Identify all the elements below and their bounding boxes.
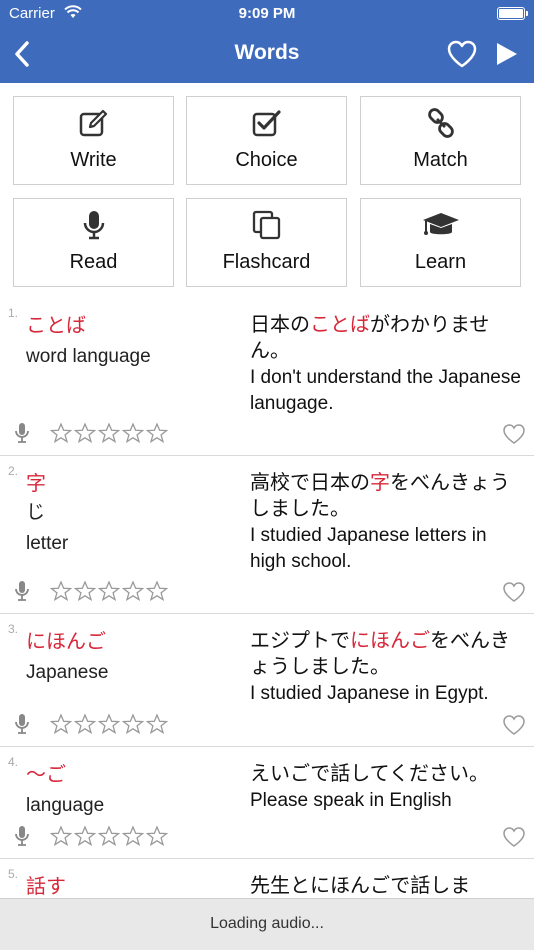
word-term: 字 [26, 473, 46, 495]
star-icon[interactable] [98, 714, 120, 734]
word-row[interactable]: 2. 字 じ letter 高校で日本の字をべんきょうしました。 I studi… [0, 456, 534, 614]
favorite-heart-icon[interactable] [502, 423, 526, 445]
star-icon[interactable] [50, 423, 72, 443]
rating-stars[interactable] [50, 581, 168, 601]
sentence-translation: I studied Japanese letters in high schoo… [250, 525, 487, 572]
microphone-icon[interactable] [14, 580, 30, 602]
choice-mode-button[interactable]: Choice [186, 96, 347, 185]
row-number: 1. [8, 306, 19, 320]
star-icon[interactable] [122, 423, 144, 443]
word-meaning: Japanese [26, 662, 109, 683]
example-sentence: エジプトでにほんごをべんきょうしました。 [250, 628, 522, 680]
star-icon[interactable] [122, 826, 144, 846]
microphone-icon[interactable] [14, 713, 30, 735]
star-icon[interactable] [98, 581, 120, 601]
star-icon[interactable] [98, 826, 120, 846]
audio-loading-bar: Loading audio... [0, 898, 534, 950]
sentence-highlight: 字 [370, 472, 390, 494]
microphone-icon[interactable] [14, 422, 30, 444]
microphone-icon[interactable] [14, 825, 30, 847]
word-term: 話す [26, 876, 66, 898]
match-mode-button[interactable]: Match [360, 96, 521, 185]
sentence-text: えいごで話してください。 [250, 763, 489, 785]
star-icon[interactable] [50, 581, 72, 601]
row-number: 3. [8, 622, 19, 636]
microphone-icon [83, 211, 104, 240]
star-icon[interactable] [122, 581, 144, 601]
favorite-heart-icon[interactable] [502, 826, 526, 848]
read-mode-label: Read [69, 251, 118, 273]
word-row[interactable]: 1. ことば word language 日本のことばがわかりません。 I do… [0, 298, 534, 456]
row-number: 5. [8, 867, 19, 881]
graduation-cap-icon [422, 213, 459, 235]
nav-bar: Words [0, 28, 534, 83]
sentence-translation: Please speak in English [250, 790, 452, 811]
write-mode-label: Write [70, 149, 117, 171]
copy-cards-icon [252, 210, 280, 240]
rating-stars[interactable] [50, 826, 168, 846]
example-sentence: 高校で日本の字をべんきょうしました。 [250, 470, 522, 522]
sentence-translation: I don't understand the Japanese lanugage… [250, 367, 521, 414]
star-icon[interactable] [74, 581, 96, 601]
sentence-text: エジプトで [250, 630, 350, 652]
word-term: ～ご [26, 764, 66, 786]
example-sentence: 日本のことばがわかりません。 [250, 312, 522, 364]
read-mode-button[interactable]: Read [13, 198, 174, 287]
sentence-text: 高校で日本の [250, 472, 370, 494]
star-icon[interactable] [50, 714, 72, 734]
pencil-square-icon [79, 109, 107, 137]
word-row[interactable]: 5. 話す 先生とにほんごで話しま [0, 859, 534, 898]
sentence-text: 日本の [250, 314, 310, 336]
star-icon[interactable] [50, 826, 72, 846]
study-mode-grid: Write Choice Match Read Flashcard Learn [13, 96, 521, 287]
check-square-icon [252, 110, 281, 137]
word-list[interactable]: 1. ことば word language 日本のことばがわかりません。 I do… [0, 298, 534, 898]
learn-mode-button[interactable]: Learn [360, 198, 521, 287]
flashcard-mode-button[interactable]: Flashcard [186, 198, 347, 287]
favorite-heart-icon[interactable] [446, 39, 478, 69]
example-sentence: えいごで話してください。 [250, 761, 522, 787]
flashcard-mode-label: Flashcard [222, 251, 311, 273]
match-mode-label: Match [413, 149, 468, 171]
word-row[interactable]: 3. にほんご Japanese エジプトでにほんごをべんきょうしました。 I … [0, 614, 534, 747]
play-button[interactable] [492, 40, 520, 68]
star-icon[interactable] [74, 826, 96, 846]
rating-stars[interactable] [50, 714, 168, 734]
star-icon[interactable] [122, 714, 144, 734]
sentence-highlight: ことば [310, 314, 370, 336]
word-row[interactable]: 4. ～ご language えいごで話してください。 Please speak… [0, 747, 534, 859]
loading-status: Loading audio... [210, 915, 324, 932]
learn-mode-label: Learn [414, 251, 467, 273]
word-meaning: word language [26, 346, 151, 367]
star-icon[interactable] [146, 714, 168, 734]
row-number: 4. [8, 755, 19, 769]
favorite-heart-icon[interactable] [502, 581, 526, 603]
favorite-heart-icon[interactable] [502, 714, 526, 736]
star-icon[interactable] [98, 423, 120, 443]
word-meaning: language [26, 795, 105, 816]
rating-stars[interactable] [50, 423, 168, 443]
star-icon[interactable] [146, 423, 168, 443]
row-number: 2. [8, 464, 19, 478]
star-icon[interactable] [74, 423, 96, 443]
sentence-highlight: にほんご [350, 630, 430, 652]
status-bar: Carrier 9:09 PM [0, 0, 534, 28]
sentence-translation: I studied Japanese in Egypt. [250, 683, 489, 704]
star-icon[interactable] [146, 581, 168, 601]
word-reading: じ [26, 502, 46, 523]
word-term: にほんご [26, 631, 106, 653]
choice-mode-label: Choice [235, 149, 298, 171]
word-term: ことば [26, 315, 86, 337]
battery-icon [497, 7, 528, 20]
write-mode-button[interactable]: Write [13, 96, 174, 185]
word-meaning: letter [26, 533, 69, 554]
sentence-text: 先生とにほんごで話しま [250, 875, 471, 897]
link-icon [427, 108, 454, 138]
example-sentence: 先生とにほんごで話しま [250, 873, 522, 898]
clock: 9:09 PM [238, 5, 296, 22]
star-icon[interactable] [146, 826, 168, 846]
star-icon[interactable] [74, 714, 96, 734]
